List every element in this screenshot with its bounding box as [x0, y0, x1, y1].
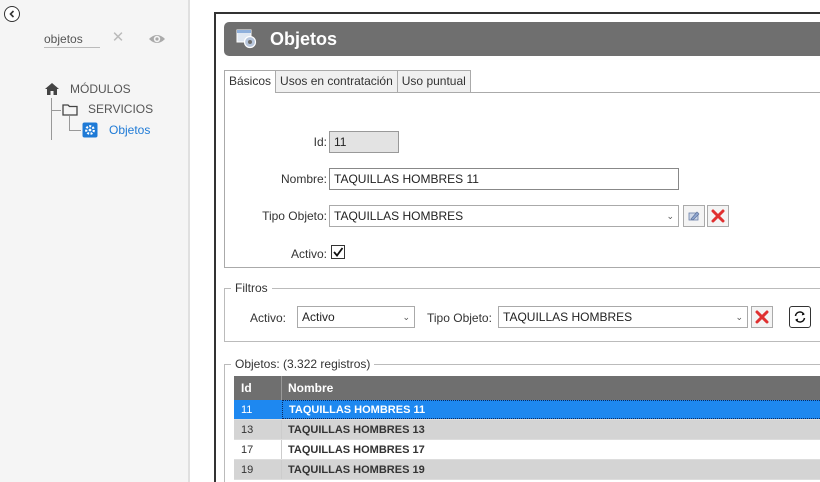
- tree-connector: [69, 116, 70, 130]
- tab-basicos[interactable]: Básicos: [224, 70, 277, 93]
- tab-uso-puntual[interactable]: Uso puntual: [396, 70, 471, 92]
- sidebar-divider: [188, 0, 190, 482]
- back-button[interactable]: [4, 6, 20, 22]
- chevron-left-icon: [9, 10, 15, 18]
- close-icon[interactable]: ✕: [110, 29, 126, 47]
- tree-item-label: SERVICIOS: [88, 102, 154, 116]
- table-row[interactable]: 17 TAQUILLAS HOMBRES 17: [234, 440, 820, 460]
- eye-icon[interactable]: [148, 31, 166, 47]
- table-row[interactable]: 13 TAQUILLAS HOMBRES 13: [234, 420, 820, 440]
- id-field: 11: [329, 131, 399, 153]
- edit-tipo-objeto-button[interactable]: [683, 205, 705, 227]
- tree-connector: [51, 110, 61, 111]
- home-icon: [44, 82, 60, 96]
- tipo-objeto-value: TAQUILLAS HOMBRES: [334, 209, 464, 223]
- chevron-down-icon: ⌄: [402, 312, 410, 322]
- filters-legend: Filtros: [231, 281, 272, 295]
- tree-item-label: Objetos: [109, 123, 151, 137]
- delete-icon: [755, 310, 769, 324]
- tree-connector: [69, 130, 81, 131]
- cell-nombre: TAQUILLAS HOMBRES 17: [288, 444, 425, 456]
- chevron-down-icon: ⌄: [666, 211, 674, 221]
- column-header-nombre[interactable]: Nombre: [282, 376, 820, 400]
- tab-usos-contratacion[interactable]: Usos en contratación: [275, 70, 398, 92]
- chevron-down-icon: ⌄: [735, 312, 743, 322]
- sidebar: ✕ MÓDULOS SERVICIOS: [0, 0, 188, 482]
- delete-tipo-objeto-button[interactable]: [707, 205, 729, 227]
- app-root: ✕ MÓDULOS SERVICIOS: [0, 0, 820, 482]
- cell-nombre: TAQUILLAS HOMBRES 13: [288, 424, 425, 436]
- filter-activo-label: Activo:: [250, 311, 287, 325]
- gear-icon: [82, 122, 98, 138]
- objects-legend: Objetos: (3.322 registros): [231, 357, 375, 371]
- table-row[interactable]: 11 TAQUILLAS HOMBRES 11: [234, 400, 820, 420]
- objetos-window: Objetos Básicos Usos en contratación Uso…: [214, 12, 820, 482]
- filter-activo-value: Activo: [302, 310, 335, 324]
- window-title-bar: Objetos: [224, 22, 820, 56]
- cell-id: 17: [234, 440, 282, 459]
- cell-id: 13: [234, 420, 282, 439]
- nombre-label: Nombre:: [280, 172, 327, 186]
- objects-legend-label: Objetos:: [235, 357, 280, 371]
- filter-tipo-objeto-select[interactable]: TAQUILLAS HOMBRES ⌄: [498, 306, 748, 328]
- cell-id: 11: [234, 400, 282, 419]
- tipo-objeto-label: Tipo Objeto:: [262, 209, 327, 223]
- nombre-field[interactable]: TAQUILLAS HOMBRES 11: [329, 168, 679, 190]
- column-header-id[interactable]: Id: [234, 376, 282, 400]
- cell-nombre: TAQUILLAS HOMBRES 19: [288, 464, 425, 476]
- delete-icon: [711, 209, 725, 223]
- search-input[interactable]: [44, 30, 100, 48]
- cell-nombre: TAQUILLAS HOMBRES 11: [282, 400, 820, 419]
- folder-icon: [62, 103, 78, 116]
- tab-panel-basicos: Id: 11 Nombre: TAQUILLAS HOMBRES 11 Tipo…: [224, 92, 820, 268]
- checkmark-icon: [333, 247, 344, 257]
- filters-group: Filtros Activo: Activo ⌄ Tipo Objeto: TA…: [224, 281, 820, 342]
- id-label: Id:: [313, 135, 327, 149]
- tree-item-modulos[interactable]: MÓDULOS: [44, 82, 131, 96]
- search-box: ✕: [44, 29, 166, 50]
- window-title: Objetos: [270, 28, 338, 49]
- table-header: Id Nombre: [234, 376, 820, 400]
- tree-item-label: MÓDULOS: [70, 82, 131, 96]
- tree-item-servicios[interactable]: SERVICIOS: [62, 102, 153, 116]
- edit-icon: [688, 211, 700, 221]
- tab-bar: Básicos Usos en contratación Uso puntual: [224, 70, 471, 93]
- filter-tipo-objeto-value: TAQUILLAS HOMBRES: [503, 310, 633, 324]
- activo-label: Activo:: [290, 247, 327, 261]
- gear-window-icon: [236, 29, 257, 49]
- refresh-button[interactable]: [789, 306, 811, 328]
- table-row[interactable]: 19 TAQUILLAS HOMBRES 19: [234, 460, 820, 480]
- tree-connector: [51, 98, 52, 140]
- refresh-icon: [794, 311, 806, 323]
- filter-tipo-objeto-label: Tipo Objeto:: [427, 311, 492, 325]
- activo-checkbox[interactable]: [331, 245, 345, 259]
- clear-filter-button[interactable]: [751, 306, 773, 328]
- objects-count: (3.322 registros): [283, 357, 371, 371]
- filter-activo-select[interactable]: Activo ⌄: [297, 306, 415, 328]
- objects-table: Id Nombre 11 TAQUILLAS HOMBRES 11 13 TAQ…: [234, 376, 820, 480]
- tree-item-objetos[interactable]: Objetos: [82, 122, 150, 138]
- tipo-objeto-select[interactable]: TAQUILLAS HOMBRES ⌄: [329, 205, 679, 227]
- cell-id: 19: [234, 460, 282, 479]
